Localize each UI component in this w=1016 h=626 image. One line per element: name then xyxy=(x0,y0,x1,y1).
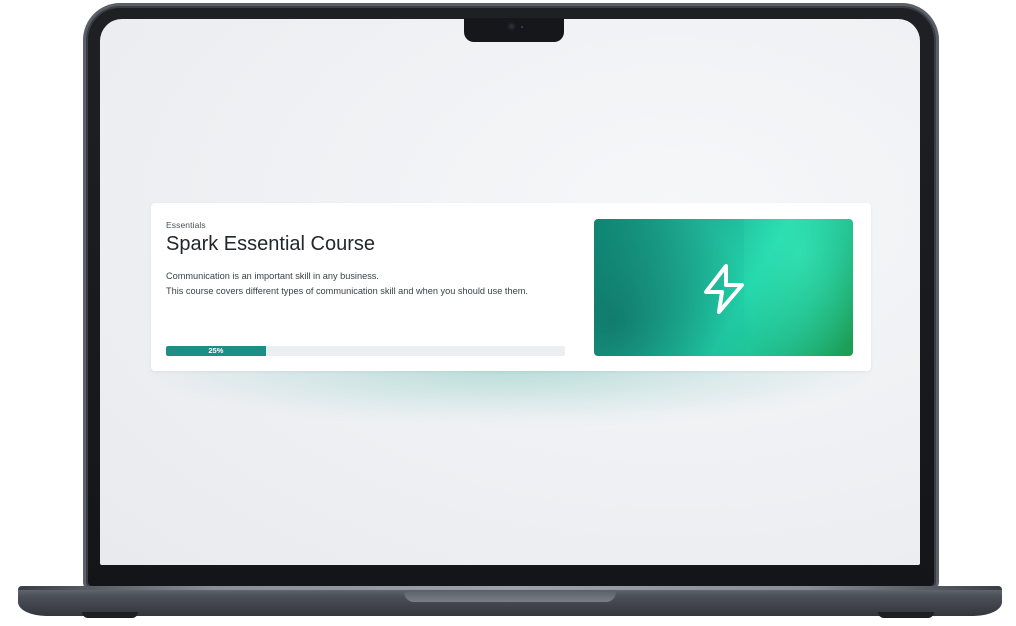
progress-bar: 25% xyxy=(166,346,565,356)
course-description-line: This course covers different types of co… xyxy=(166,286,528,296)
camera-indicator xyxy=(521,26,523,28)
course-description: Communication is an important skill in a… xyxy=(166,269,528,299)
course-category: Essentials xyxy=(166,220,206,230)
laptop-hinge xyxy=(404,590,616,602)
camera-icon xyxy=(507,22,516,31)
progress-label: 25% xyxy=(208,346,224,355)
lightning-bolt-icon xyxy=(704,264,744,314)
laptop-mockup: Essentials Spark Essential Course Commun… xyxy=(0,0,1016,626)
course-card[interactable]: Essentials Spark Essential Course Commun… xyxy=(151,203,871,371)
laptop-foot-left xyxy=(82,612,138,618)
laptop-foot-right xyxy=(878,612,934,618)
course-title: Spark Essential Course xyxy=(166,233,375,255)
course-description-line: Communication is an important skill in a… xyxy=(166,271,379,281)
course-thumbnail[interactable] xyxy=(594,219,853,356)
